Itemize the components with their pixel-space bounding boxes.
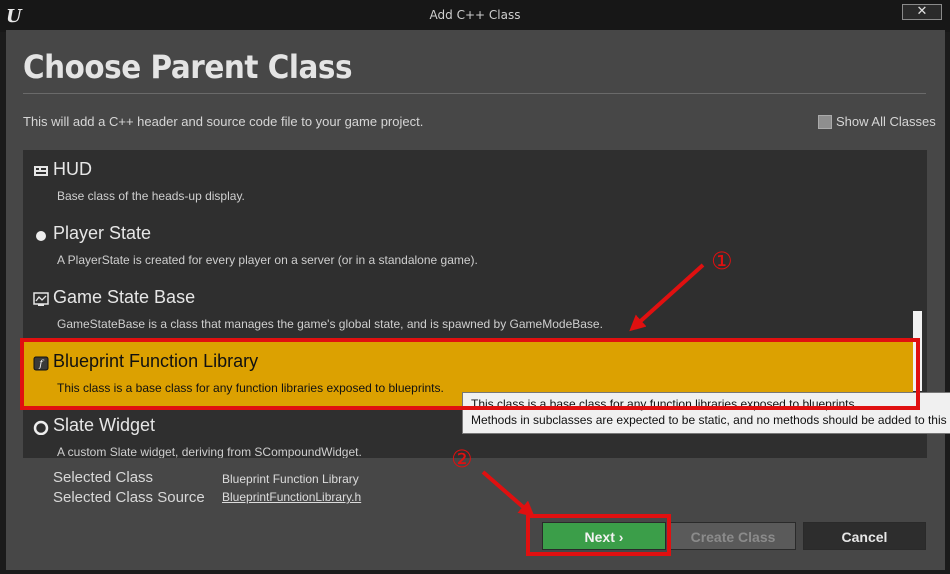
class-description: Base class of the heads-up display. (57, 189, 245, 203)
annotation-step-1: ① (711, 247, 733, 275)
class-name: Game State Base (53, 287, 196, 307)
window-title: Add C++ Class (429, 8, 521, 22)
class-name: Slate Widget (53, 415, 156, 435)
hud-icon (34, 166, 48, 176)
class-item-game-state-base[interactable]: Game State Base GameStateBase is a class… (23, 278, 913, 342)
show-all-checkbox[interactable] (818, 114, 832, 129)
annotation-step-2: ② (451, 445, 473, 473)
class-description: GameStateBase is a class that manages th… (57, 317, 603, 331)
show-all-label: Show All Classes (836, 114, 936, 129)
close-button[interactable]: ✕ (902, 4, 942, 20)
class-item-hud[interactable]: HUD Base class of the heads-up display. (23, 150, 913, 214)
annotation-highlight-library (20, 338, 920, 410)
game-state-icon (33, 292, 49, 306)
selected-class-label: Selected Class (53, 469, 154, 486)
annotation-highlight-next (526, 514, 671, 556)
page-title: Choose Parent Class (23, 48, 353, 86)
create-class-button[interactable]: Create Class (670, 522, 796, 550)
close-icon: ✕ (916, 4, 928, 19)
player-state-icon (36, 231, 46, 241)
selected-class-source-label: Selected Class Source (53, 489, 205, 506)
class-description: A custom Slate widget, deriving from SCo… (57, 445, 362, 458)
class-item-player-state[interactable]: Player State A PlayerState is created fo… (23, 214, 913, 278)
class-name: Player State (53, 223, 152, 243)
class-name: HUD (53, 159, 92, 179)
selected-class-value: Blueprint Function Library (222, 472, 359, 486)
divider (23, 93, 926, 94)
slate-widget-icon (33, 420, 49, 435)
dialog-content: Choose Parent Class This will add a C++ … (6, 30, 950, 570)
add-cpp-class-window: U Add C++ Class ✕ Choose Parent Class Th… (0, 0, 950, 574)
title-bar[interactable]: U Add C++ Class ✕ (0, 0, 950, 32)
show-all-classes-toggle[interactable]: Show All Classes (818, 114, 936, 129)
tooltip-line-2: Methods in subclasses are expected to be… (471, 413, 947, 427)
class-description: A PlayerState is created for every playe… (57, 253, 478, 267)
cancel-button[interactable]: Cancel (803, 522, 926, 550)
page-description: This will add a C++ header and source co… (23, 114, 424, 129)
selected-class-source-link[interactable]: BlueprintFunctionLibrary.h (222, 490, 361, 504)
